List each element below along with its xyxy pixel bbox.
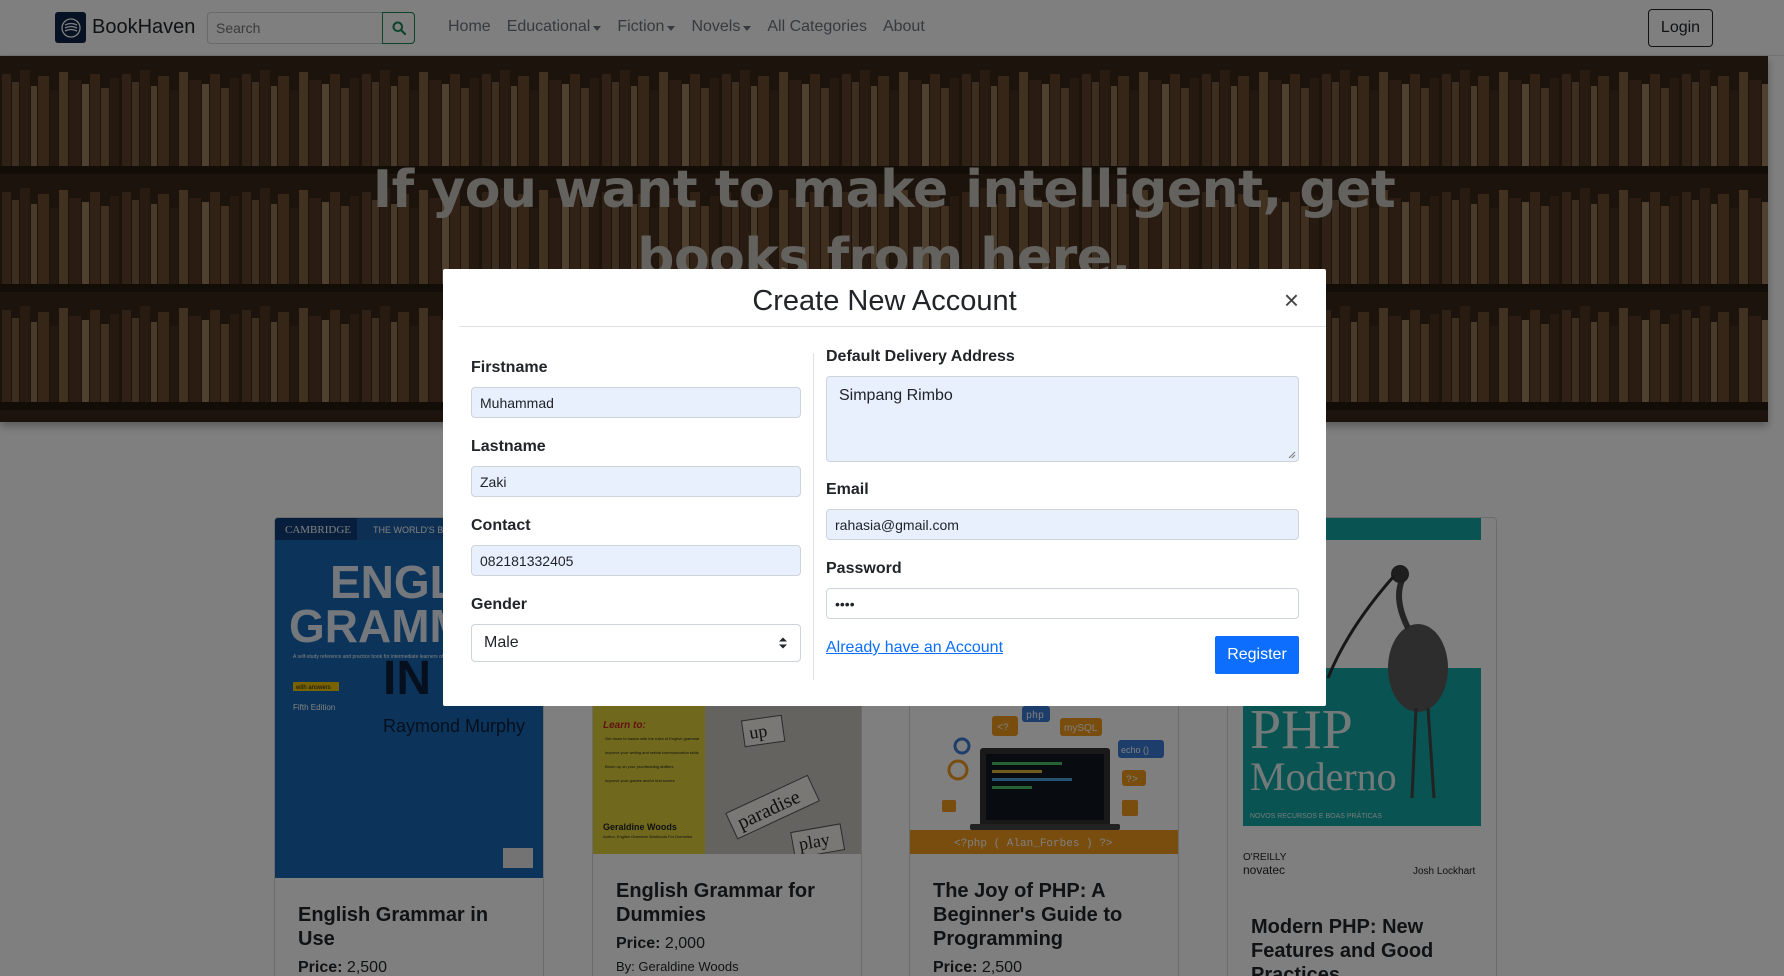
- modal-header: Create New Account ×: [459, 269, 1326, 327]
- address-textarea[interactable]: Simpang Rimbo: [826, 376, 1299, 462]
- address-value: Simpang Rimbo: [839, 387, 953, 404]
- lastname-label: Lastname: [471, 438, 546, 455]
- email-label: Email: [826, 481, 869, 498]
- contact-field[interactable]: 082181332405: [471, 545, 801, 576]
- password-field[interactable]: ••••: [826, 588, 1299, 619]
- register-button[interactable]: Register: [1215, 636, 1299, 674]
- email-field[interactable]: rahasia@gmail.com: [826, 509, 1299, 540]
- address-label: Default Delivery Address: [826, 348, 1015, 365]
- gender-select[interactable]: Male: [471, 624, 801, 662]
- column-divider: [813, 353, 814, 680]
- contact-label: Contact: [471, 517, 531, 534]
- close-icon[interactable]: ×: [1284, 287, 1299, 313]
- firstname-label: Firstname: [471, 359, 548, 376]
- modal-title: Create New Account: [752, 285, 1017, 317]
- firstname-field[interactable]: Muhammad: [471, 387, 801, 418]
- resize-handle-icon[interactable]: [1288, 451, 1296, 459]
- gender-label: Gender: [471, 596, 528, 613]
- password-label: Password: [826, 560, 902, 577]
- create-account-modal: Create New Account × Firstname Muhammad …: [443, 269, 1326, 706]
- gender-selected-value: Male: [484, 634, 519, 651]
- already-have-account-link[interactable]: Already have an Account: [826, 639, 1003, 657]
- lastname-field[interactable]: Zaki: [471, 466, 801, 497]
- select-arrows-icon: [779, 637, 787, 649]
